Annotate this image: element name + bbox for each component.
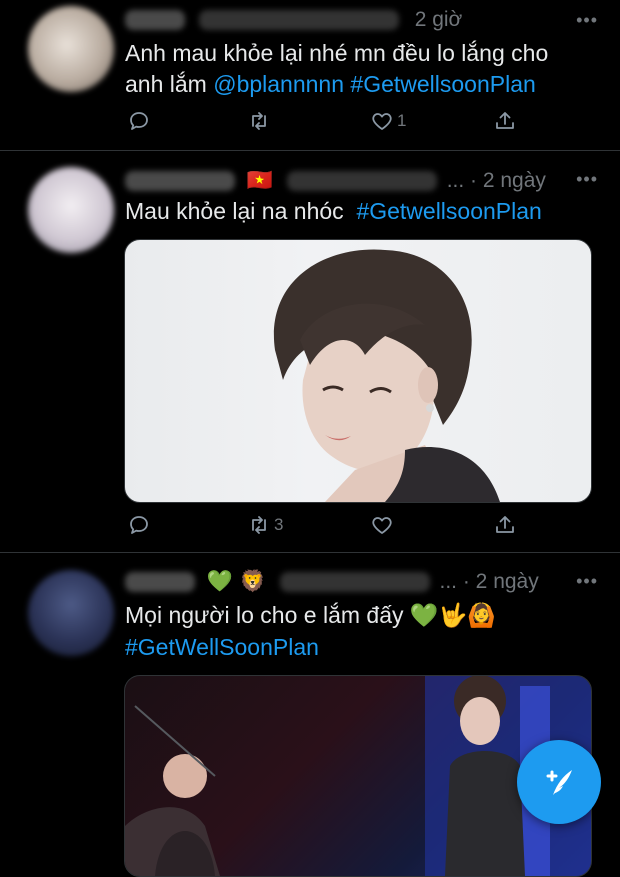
avatar[interactable] (28, 6, 114, 92)
more-icon[interactable]: ••• (576, 10, 598, 31)
mention-link[interactable]: @bplannnnn (213, 71, 344, 97)
like-button[interactable]: 1 (370, 109, 406, 133)
retweet-count: 3 (274, 515, 284, 534)
reply-icon (130, 112, 148, 130)
like-count: 1 (397, 111, 407, 130)
tweet-body: Mau khỏe lại na nhóc (125, 198, 357, 224)
tweet-header: 🇻🇳 ... · 2 ngày (125, 168, 546, 193)
compose-tweet-button[interactable] (517, 740, 601, 824)
blurred-name (125, 171, 235, 192)
tweet-actions: 3 (125, 513, 595, 543)
hashtag-link[interactable]: #GetwellsoonPlan (350, 71, 535, 97)
tweet-header: 2 giờ (125, 8, 462, 32)
blurred-handle (279, 572, 430, 593)
retweet-button[interactable] (247, 109, 274, 133)
flag-icon: 🇻🇳 (246, 168, 273, 192)
tweet-actions: 1 (125, 109, 595, 139)
tweet-body: Mọi người lo cho e lắm đấy (125, 602, 410, 628)
reply-button[interactable] (127, 513, 151, 537)
more-icon[interactable]: ••• (576, 169, 598, 190)
tweet-2[interactable]: 🇻🇳 ... · 2 ngày ••• Mau khỏe lại na nhóc… (0, 151, 620, 551)
share-button[interactable] (493, 109, 517, 133)
portrait-photo (273, 249, 500, 502)
blurred-handle (286, 171, 437, 192)
name-emoji: 💚 🦁 (206, 569, 266, 593)
blurred-name (125, 572, 195, 593)
tweet-header: 💚 🦁 ... · 2 ngày (125, 569, 539, 594)
retweet-icon (252, 516, 266, 534)
share-icon (496, 516, 514, 533)
avatar[interactable] (28, 570, 114, 656)
tweet-text: Anh mau khỏe lại nhé mn đều lo lắng cho … (125, 38, 590, 100)
reply-button[interactable] (127, 109, 154, 133)
share-icon (496, 112, 514, 129)
more-icon[interactable]: ••• (576, 571, 598, 592)
hashtag-link[interactable]: #GetWellSoonPlan (125, 634, 319, 660)
avatar[interactable] (28, 167, 114, 253)
share-button[interactable] (493, 513, 517, 537)
compose-icon (546, 770, 572, 795)
like-icon (372, 113, 392, 130)
reply-icon (130, 516, 148, 534)
tweet-time: 2 giờ (414, 8, 463, 31)
retweet-button[interactable]: 3 (247, 513, 283, 537)
tweet-1[interactable]: 2 giờ ••• Anh mau khỏe lại nhé mn đều lo… (0, 0, 620, 150)
tweet-time: ... · 2 ngày (439, 570, 539, 593)
tweet-image[interactable] (124, 239, 592, 503)
tweet-text: Mau khỏe lại na nhóc #GetwellsoonPlan (125, 196, 590, 227)
retweet-icon (252, 112, 266, 130)
hashtag-link[interactable]: #GetwellsoonPlan (356, 198, 541, 224)
tweet-emoji: 💚🤟🙆 (409, 603, 496, 629)
blurred-handle (198, 10, 399, 31)
tweet-time: ... · 2 ngày (446, 169, 546, 192)
tweet-text: Mọi người lo cho e lắm đấy 💚🤟🙆 #GetWellS… (125, 600, 590, 663)
like-icon (372, 517, 392, 534)
like-button[interactable] (370, 513, 394, 537)
blurred-name (125, 10, 185, 31)
